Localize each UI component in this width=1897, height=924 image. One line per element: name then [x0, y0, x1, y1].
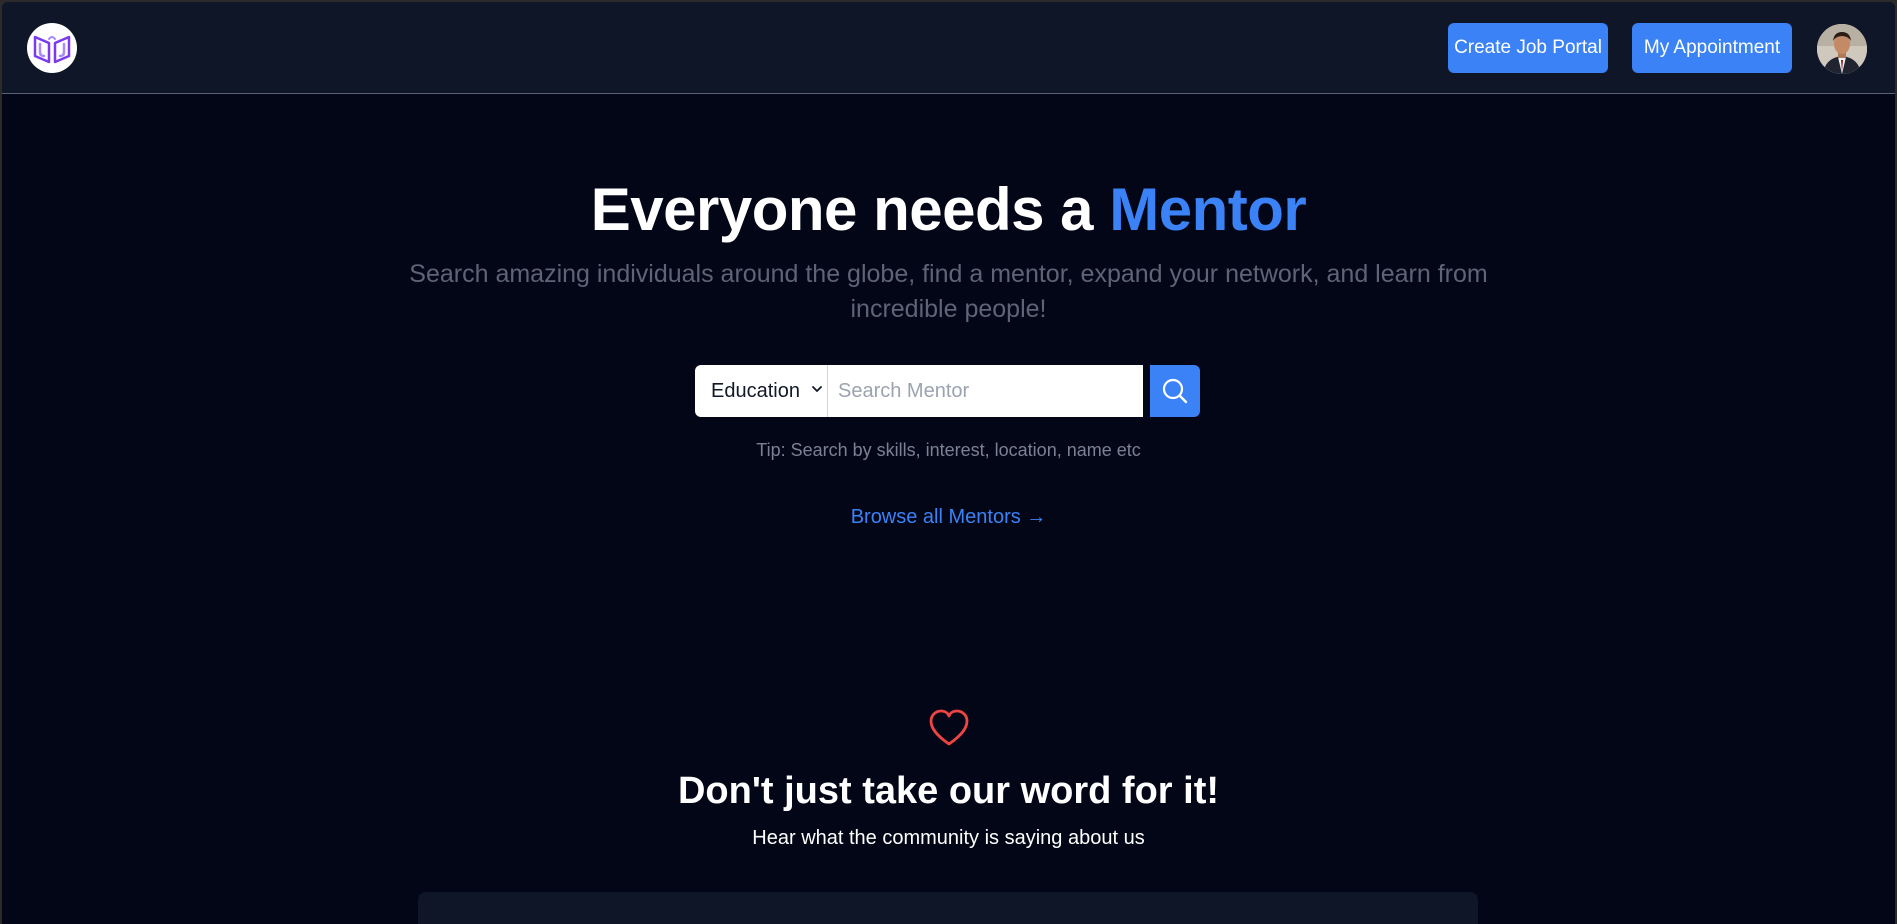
category-select-value: Education — [711, 379, 800, 402]
avatar-portrait-icon — [1817, 24, 1867, 74]
testimonial-card — [418, 892, 1478, 924]
heart-icon — [929, 709, 969, 746]
user-avatar[interactable] — [1817, 24, 1867, 74]
mentor-search-bar: Education — [695, 365, 1200, 417]
my-appointment-button[interactable]: My Appointment — [1632, 23, 1792, 73]
category-select[interactable]: Education — [695, 365, 828, 417]
hero-title-accent: Mentor — [1109, 176, 1307, 243]
top-navbar: Create Job Portal My Appointment — [2, 2, 1895, 94]
search-tip: Tip: Search by skills, interest, locatio… — [756, 440, 1141, 460]
search-icon — [1162, 378, 1188, 404]
testimonials-subtitle: Hear what the community is saying about … — [752, 827, 1145, 849]
hero-title: Everyone needs a Mentor — [2, 172, 1895, 248]
book-u-logo-icon — [33, 35, 71, 64]
app-window: Create Job Portal My Appointment Everyon… — [2, 2, 1895, 924]
logo[interactable] — [27, 23, 77, 73]
testimonials-title: Don't just take our word for it! — [677, 770, 1220, 812]
browse-all-mentors-link[interactable]: Browse all Mentors → — [2, 506, 1895, 529]
chevron-down-icon — [812, 386, 822, 392]
search-input[interactable] — [828, 365, 1143, 417]
hero-title-prefix: Everyone needs a — [590, 176, 1110, 243]
hero-subtitle: Search amazing individuals around the gl… — [409, 260, 1488, 323]
search-button[interactable] — [1150, 365, 1200, 417]
create-job-portal-button[interactable]: Create Job Portal — [1448, 23, 1608, 73]
